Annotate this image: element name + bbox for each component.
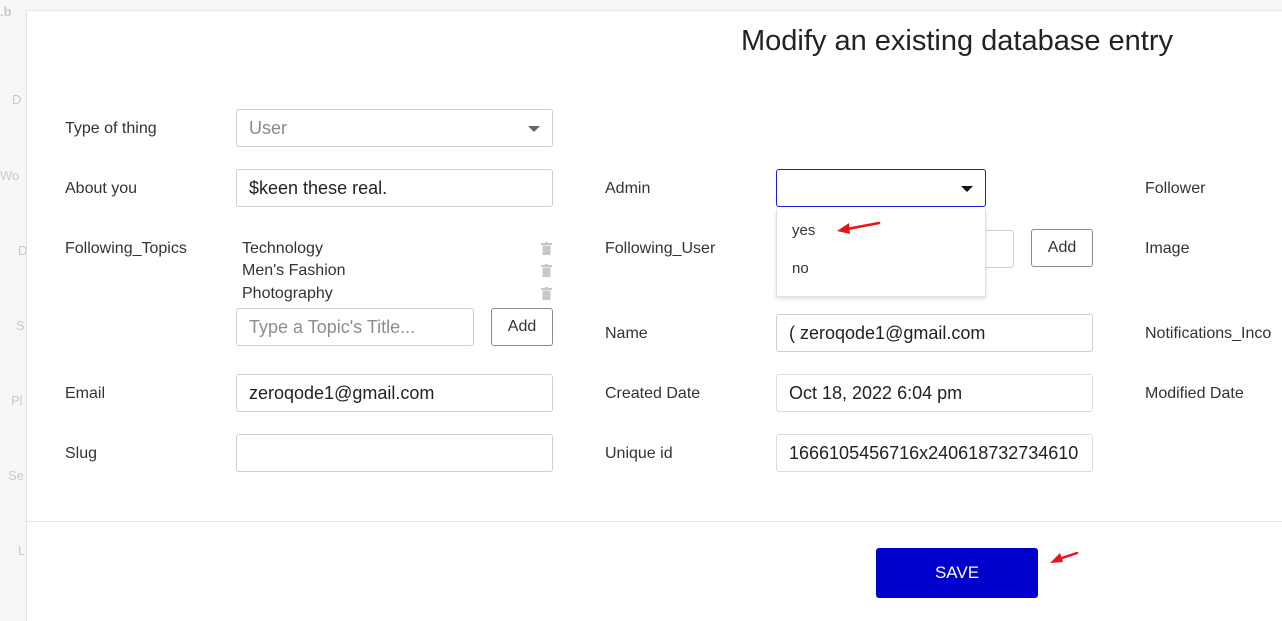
type-of-thing-value: User (249, 118, 288, 138)
background-sidebar-text: L (18, 543, 26, 558)
unique-id-value: 1666105456716x240618732734610 (789, 443, 1079, 463)
following-user-label: Following_User (605, 240, 716, 257)
follower-label: Follower (1145, 180, 1206, 197)
annotation-arrow-icon (1050, 551, 1079, 563)
email-value: zeroqode1@gmail.com (249, 383, 435, 403)
slug-label: Slug (65, 445, 98, 462)
type-of-thing-label: Type of thing (65, 120, 157, 137)
background-sidebar-text: Wo (0, 168, 20, 183)
unique-id-label: Unique id (605, 445, 673, 462)
topic-item: Men's Fashion (242, 262, 346, 279)
email-input[interactable]: zeroqode1@gmail.com (236, 374, 553, 412)
background-sidebar-text: D (12, 92, 22, 107)
email-label: Email (65, 385, 106, 402)
background-sidebar: .b D Wo D S Pl Se L (0, 0, 26, 620)
about-you-value: $keen these real. (249, 178, 388, 198)
save-button[interactable]: SAVE (876, 548, 1038, 598)
trash-icon[interactable] (541, 264, 552, 277)
about-you-input[interactable]: $keen these real. (236, 169, 553, 207)
name-input[interactable]: ( zeroqode1@gmail.com (776, 314, 1093, 352)
topic-title-input[interactable]: Type a Topic's Title... (236, 308, 474, 346)
topic-title-placeholder: Type a Topic's Title... (249, 317, 416, 337)
modal-title: Modify an existing database entry (741, 25, 1174, 57)
type-of-thing-select[interactable]: User (236, 109, 553, 147)
topic-item: Technology (242, 240, 323, 257)
about-you-label: About you (65, 180, 138, 197)
chevron-down-icon (528, 126, 540, 132)
chevron-down-icon (961, 186, 973, 192)
add-topic-button[interactable]: Add (491, 308, 553, 346)
admin-select[interactable] (776, 169, 986, 207)
background-sidebar-text: Pl (11, 393, 23, 408)
trash-icon[interactable] (541, 287, 552, 300)
name-label: Name (605, 325, 648, 342)
admin-option-no[interactable]: no (792, 260, 809, 277)
background-sidebar-text: D (18, 243, 26, 258)
modal-footer-divider (27, 521, 1282, 522)
following-topics-label: Following_Topics (65, 240, 187, 257)
add-user-button[interactable]: Add (1031, 229, 1093, 267)
created-date-label: Created Date (605, 385, 701, 402)
topic-item: Photography (242, 285, 333, 302)
admin-dropdown-menu: yes no (776, 209, 986, 297)
notifications-label: Notifications_Inco (1145, 325, 1272, 342)
admin-option-yes[interactable]: yes (792, 222, 815, 239)
created-date-value: Oct 18, 2022 6:04 pm (789, 383, 963, 403)
modify-entry-modal: Modify an existing database entry Type o… (26, 10, 1282, 621)
admin-label: Admin (605, 180, 651, 197)
trash-icon[interactable] (541, 242, 552, 255)
annotation-arrow-icon (837, 221, 881, 234)
unique-id-field: 1666105456716x240618732734610 (776, 434, 1093, 472)
name-value: ( zeroqode1@gmail.com (789, 323, 986, 343)
background-logo: .b (0, 4, 12, 19)
created-date-field: Oct 18, 2022 6:04 pm (776, 374, 1093, 412)
background-sidebar-text: Se (8, 468, 24, 483)
image-label: Image (1145, 240, 1190, 257)
slug-input[interactable] (236, 434, 553, 472)
modified-date-label: Modified Date (1145, 385, 1244, 402)
background-sidebar-text: S (16, 318, 25, 333)
